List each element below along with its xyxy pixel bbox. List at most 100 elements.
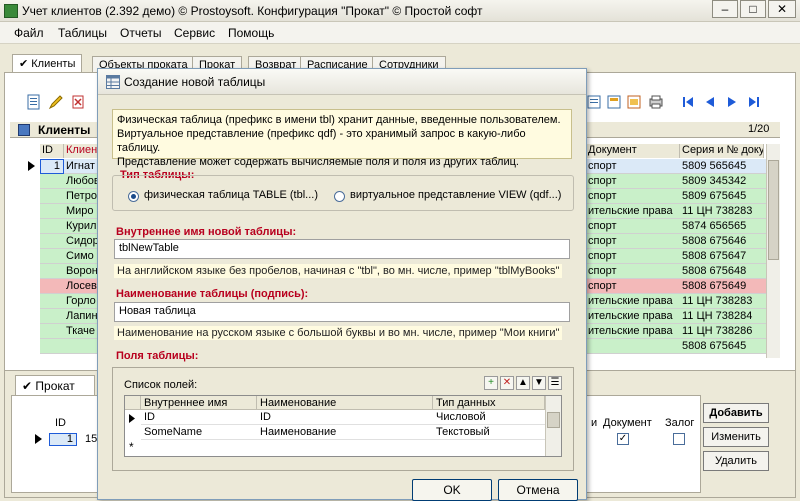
prev-record-icon[interactable] xyxy=(702,94,718,110)
internal-name-field[interactable]: tblNewTable xyxy=(114,239,570,259)
fields-scroll-thumb[interactable] xyxy=(547,412,560,428)
new-record-icon[interactable] xyxy=(26,94,42,110)
radio-virtual[interactable] xyxy=(334,191,345,202)
fields-col-internal[interactable]: Внутреннее имя xyxy=(141,396,257,410)
radio-physical[interactable] xyxy=(128,191,139,202)
cell-series[interactable]: 11 ЦН 738283 xyxy=(680,204,766,219)
delete-button[interactable]: Удалить xyxy=(703,451,769,471)
cell-id[interactable] xyxy=(40,249,64,264)
menu-tables[interactable]: Таблицы xyxy=(58,26,107,40)
cell-document[interactable]: ительские права xyxy=(586,294,680,309)
cell-series[interactable]: 5809 345342 xyxy=(680,174,766,189)
cell-id[interactable] xyxy=(40,339,64,354)
cell-id[interactable] xyxy=(40,324,64,339)
cell-client[interactable]: Ткаче xyxy=(64,324,98,339)
edit-button[interactable]: Изменить xyxy=(703,427,769,447)
minimize-button[interactable]: – xyxy=(712,0,738,18)
menu-help[interactable]: Помощь xyxy=(228,26,274,40)
cell-series[interactable]: 5809 565645 xyxy=(680,159,766,174)
cell-series[interactable]: 5808 675645 xyxy=(680,339,766,354)
col-client-header[interactable]: Клиент xyxy=(64,144,98,158)
cell-series[interactable]: 5808 675647 xyxy=(680,249,766,264)
field-caption-cell[interactable]: Наименование xyxy=(257,425,433,440)
field-properties-icon[interactable]: ☰ xyxy=(548,376,562,390)
cell-document[interactable]: спорт xyxy=(586,264,680,279)
fields-col-type[interactable]: Тип данных xyxy=(433,396,545,410)
cell-series[interactable]: 5808 675649 xyxy=(680,279,766,294)
cell-document[interactable]: ительские права xyxy=(586,309,680,324)
field-caption-cell[interactable]: ID xyxy=(257,410,433,425)
cell-series[interactable]: 5809 675645 xyxy=(680,189,766,204)
cell-id[interactable] xyxy=(40,204,64,219)
cell-series[interactable]: 11 ЦН 738284 xyxy=(680,309,766,324)
delete-icon[interactable] xyxy=(70,94,86,110)
report-icon[interactable] xyxy=(606,94,622,110)
last-record-icon[interactable] xyxy=(746,94,762,110)
cell-client[interactable]: Игнат xyxy=(64,159,98,174)
next-record-icon[interactable] xyxy=(724,94,740,110)
cell-document[interactable]: спорт xyxy=(586,189,680,204)
cell-client[interactable]: Любов xyxy=(64,174,98,189)
cell-document[interactable]: спорт xyxy=(586,159,680,174)
cell-id[interactable] xyxy=(40,309,64,324)
fields-col-caption[interactable]: Наименование xyxy=(257,396,433,410)
col-document-header[interactable]: Документ xyxy=(586,144,680,158)
cell-client[interactable]: Петро xyxy=(64,189,98,204)
remove-field-icon[interactable]: ✕ xyxy=(500,376,514,390)
col-id-header[interactable]: ID xyxy=(40,144,64,158)
cell-document[interactable] xyxy=(586,339,680,354)
cell-series[interactable]: 5874 656565 xyxy=(680,219,766,234)
field-internal-cell[interactable]: SomeName xyxy=(141,425,257,440)
cell-id[interactable] xyxy=(40,279,64,294)
cell-id[interactable] xyxy=(40,219,64,234)
cell-id[interactable] xyxy=(40,189,64,204)
grid-scrollbar[interactable] xyxy=(766,144,780,358)
cell-client[interactable]: Курил xyxy=(64,219,98,234)
close-button[interactable]: ✕ xyxy=(768,0,796,18)
fields-scrollbar[interactable] xyxy=(545,396,561,456)
add-button[interactable]: Добавить xyxy=(703,403,769,423)
cell-series[interactable]: 11 ЦН 738283 xyxy=(680,294,766,309)
maximize-button[interactable]: □ xyxy=(740,0,766,18)
ok-button[interactable]: OK xyxy=(412,479,492,501)
field-type-cell[interactable]: Числовой xyxy=(433,410,545,425)
cell-document[interactable]: спорт xyxy=(586,219,680,234)
cell-document[interactable]: спорт xyxy=(586,249,680,264)
grid-scroll-thumb[interactable] xyxy=(768,160,779,260)
cell-client[interactable]: Лосев xyxy=(64,279,98,294)
rental-row-id[interactable]: 1 xyxy=(49,433,77,446)
cell-id[interactable] xyxy=(40,264,64,279)
cell-id[interactable]: 1 xyxy=(40,159,64,174)
edit-icon[interactable] xyxy=(48,94,64,110)
cell-id[interactable] xyxy=(40,234,64,249)
cell-id[interactable] xyxy=(40,174,64,189)
print-icon[interactable] xyxy=(648,94,664,110)
cell-client[interactable] xyxy=(64,339,98,354)
cell-client[interactable]: Лапин xyxy=(64,309,98,324)
move-down-icon[interactable]: ▼ xyxy=(532,376,546,390)
document-checkbox[interactable]: ✓ xyxy=(617,433,629,445)
cancel-button[interactable]: Отмена xyxy=(498,479,578,501)
cell-client[interactable]: Горло xyxy=(64,294,98,309)
field-internal-cell[interactable]: ID xyxy=(141,410,257,425)
cell-client[interactable]: Ворон xyxy=(64,264,98,279)
add-field-icon[interactable]: + xyxy=(484,376,498,390)
cell-document[interactable]: ительские права xyxy=(586,204,680,219)
tab-clients[interactable]: ✔ Клиенты xyxy=(12,54,83,74)
zalog-checkbox[interactable] xyxy=(673,433,685,445)
export-icon[interactable] xyxy=(626,94,642,110)
cell-document[interactable]: спорт xyxy=(586,279,680,294)
tab-rental-lower[interactable]: ✔ Прокат xyxy=(15,375,95,395)
cell-series[interactable]: 5808 675646 xyxy=(680,234,766,249)
menu-reports[interactable]: Отчеты xyxy=(120,26,161,40)
list-icon[interactable] xyxy=(586,94,602,110)
cell-series[interactable]: 5808 675648 xyxy=(680,264,766,279)
cell-document[interactable]: спорт xyxy=(586,234,680,249)
first-record-icon[interactable] xyxy=(680,94,696,110)
cell-client[interactable]: Миро xyxy=(64,204,98,219)
menu-service[interactable]: Сервис xyxy=(174,26,215,40)
col-series-header[interactable]: Серия и № доку xyxy=(680,144,764,158)
field-type-cell[interactable]: Текстовый xyxy=(433,425,545,440)
cell-document[interactable]: спорт xyxy=(586,174,680,189)
cell-series[interactable]: 11 ЦН 738286 xyxy=(680,324,766,339)
